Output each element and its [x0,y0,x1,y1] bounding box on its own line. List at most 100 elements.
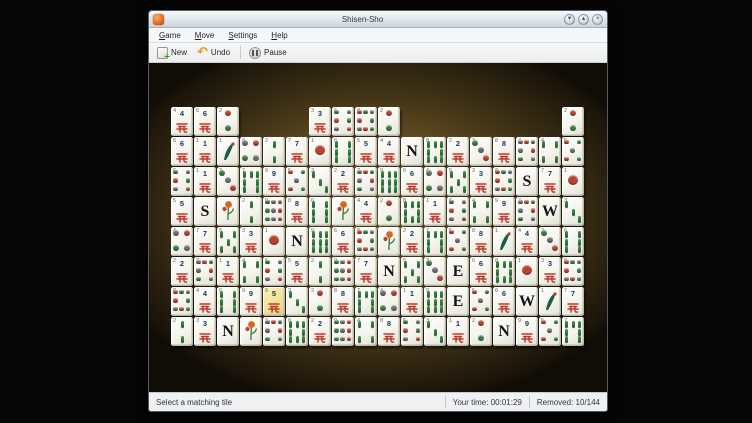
mahjong-tile[interactable]: 33 [240,227,263,257]
tile-face-wN[interactable]: N [401,137,423,166]
tile-face-p6[interactable]: 6 [171,167,193,196]
mahjong-tile[interactable]: 5 [470,287,493,317]
mahjong-tile[interactable]: 2 [309,257,332,287]
mahjong-tile[interactable]: 5 [539,317,562,347]
tile-face-m8[interactable]: 88 [378,317,400,346]
mahjong-tile[interactable]: 7 [562,317,585,347]
mahjong-tile[interactable]: 99 [493,197,516,227]
mahjong-tile[interactable]: 22 [332,167,355,197]
tile-face-f1[interactable] [240,317,262,346]
tile-face-p9[interactable]: 9 [263,197,285,226]
tile-face-p8[interactable]: 8 [355,107,377,136]
mahjong-tile[interactable]: 4 [378,287,401,317]
tile-face-p4[interactable]: 4 [378,287,400,316]
tile-face-s1[interactable]: 1 [539,287,561,316]
tile-face-m8[interactable]: 88 [286,197,308,226]
mahjong-tile[interactable]: 66 [470,257,493,287]
mahjong-tile[interactable]: 5 [217,227,240,257]
tile-face-m1[interactable]: 11 [424,197,446,226]
tile-face-m3[interactable]: 33 [240,227,262,256]
tile-face-m1[interactable]: 11 [447,317,469,346]
mahjong-tile[interactable]: 2 [263,137,286,167]
tile-face-wN[interactable]: N [378,257,400,286]
mahjong-tile[interactable]: 88 [286,197,309,227]
mahjong-tile[interactable]: S [194,197,217,227]
mahjong-tile[interactable]: 9 [309,227,332,257]
mahjong-tile[interactable]: 88 [470,227,493,257]
mahjong-tile[interactable]: 9 [332,257,355,287]
mahjong-tile[interactable]: 5 [562,137,585,167]
tile-face-m7[interactable]: 77 [562,287,584,316]
mahjong-tile[interactable]: 4 [470,197,493,227]
tile-face-p6[interactable]: 6 [263,257,285,286]
mahjong-tile[interactable]: 2 [470,317,493,347]
tile-face-p2[interactable]: 2 [378,197,400,226]
tile-face-s2[interactable]: 2 [263,137,285,166]
tile-face-m6[interactable]: 66 [401,167,423,196]
mahjong-tile[interactable]: 6 [217,287,240,317]
tile-face-p6[interactable]: 6 [447,197,469,226]
tile-face-m8[interactable]: 88 [493,137,515,166]
tile-face-s3[interactable]: 3 [424,317,446,346]
tile-face-m2[interactable]: 22 [332,167,354,196]
mahjong-tile[interactable]: 8 [355,107,378,137]
tile-face-s7[interactable]: 7 [424,227,446,256]
mahjong-tile[interactable]: 55 [355,137,378,167]
mahjong-tile[interactable]: 8 [493,167,516,197]
tile-face-f3[interactable] [378,227,400,256]
tile-face-p7[interactable]: 7 [516,197,538,226]
tile-face-m4[interactable]: 44 [355,197,377,226]
tile-face-s4[interactable]: 4 [355,317,377,346]
mahjong-tile[interactable]: 8 [355,227,378,257]
mahjong-tile[interactable]: 22 [171,257,194,287]
mahjong-tile[interactable]: 88 [493,137,516,167]
mahjong-tile[interactable]: 22 [401,227,424,257]
tile-face-wW[interactable]: W [516,287,538,316]
new-button[interactable]: +New [153,45,193,61]
tile-face-p7[interactable]: 7 [194,257,216,286]
mahjong-tile[interactable]: 7 [355,167,378,197]
mahjong-tile[interactable]: 1 [217,137,240,167]
tile-face-s8[interactable]: 8 [401,197,423,226]
tile-face-f1[interactable] [217,197,239,226]
mahjong-tile[interactable]: 7 [240,167,263,197]
tile-face-m5[interactable]: 55 [263,287,285,316]
tile-face-m4[interactable]: 44 [516,227,538,256]
mahjong-tile[interactable]: 6 [332,137,355,167]
tile-face-p8[interactable]: 8 [562,257,584,286]
undo-button[interactable]: ↶Undo [193,45,236,61]
mahjong-tile[interactable]: 4 [539,137,562,167]
tile-face-wN[interactable]: N [286,227,308,256]
mahjong-tile[interactable]: 5 [447,227,470,257]
mahjong-tile[interactable]: 4 [355,317,378,347]
tile-face-s7[interactable]: 7 [240,167,262,196]
tile-face-p5[interactable]: 5 [539,317,561,346]
tile-face-p8[interactable]: 8 [171,287,193,316]
tile-face-s3[interactable]: 3 [562,197,584,226]
mahjong-tile[interactable]: S [516,167,539,197]
mahjong-tile[interactable]: W [539,197,562,227]
mahjong-tile[interactable]: 8 [286,317,309,347]
tile-face-p3[interactable]: 3 [470,137,492,166]
mahjong-tile[interactable]: 7 [516,197,539,227]
mahjong-tile[interactable]: 11 [217,257,240,287]
tile-face-m3[interactable]: 33 [470,167,492,196]
tile-face-m9[interactable]: 99 [516,317,538,346]
mahjong-tile[interactable]: 77 [562,287,585,317]
tile-face-s8[interactable]: 8 [286,317,308,346]
mahjong-tile[interactable]: 88 [378,317,401,347]
tile-face-s2[interactable]: 2 [309,257,331,286]
mahjong-tile[interactable]: 33 [470,167,493,197]
close-button[interactable]: × [592,14,603,25]
tile-face-wS[interactable]: S [516,167,538,196]
tile-face-s6[interactable]: 6 [309,197,331,226]
mahjong-tile[interactable]: 8 [493,257,516,287]
tile-face-m8[interactable]: 88 [470,227,492,256]
tile-face-p1[interactable]: 1 [309,137,331,166]
tile-face-m6[interactable]: 66 [493,287,515,316]
tile-face-s6[interactable]: 6 [332,137,354,166]
mahjong-tile[interactable]: 9 [332,317,355,347]
tile-face-m3[interactable]: 33 [539,257,561,286]
tile-face-s3[interactable]: 3 [309,167,331,196]
mahjong-tile[interactable]: E [447,257,470,287]
